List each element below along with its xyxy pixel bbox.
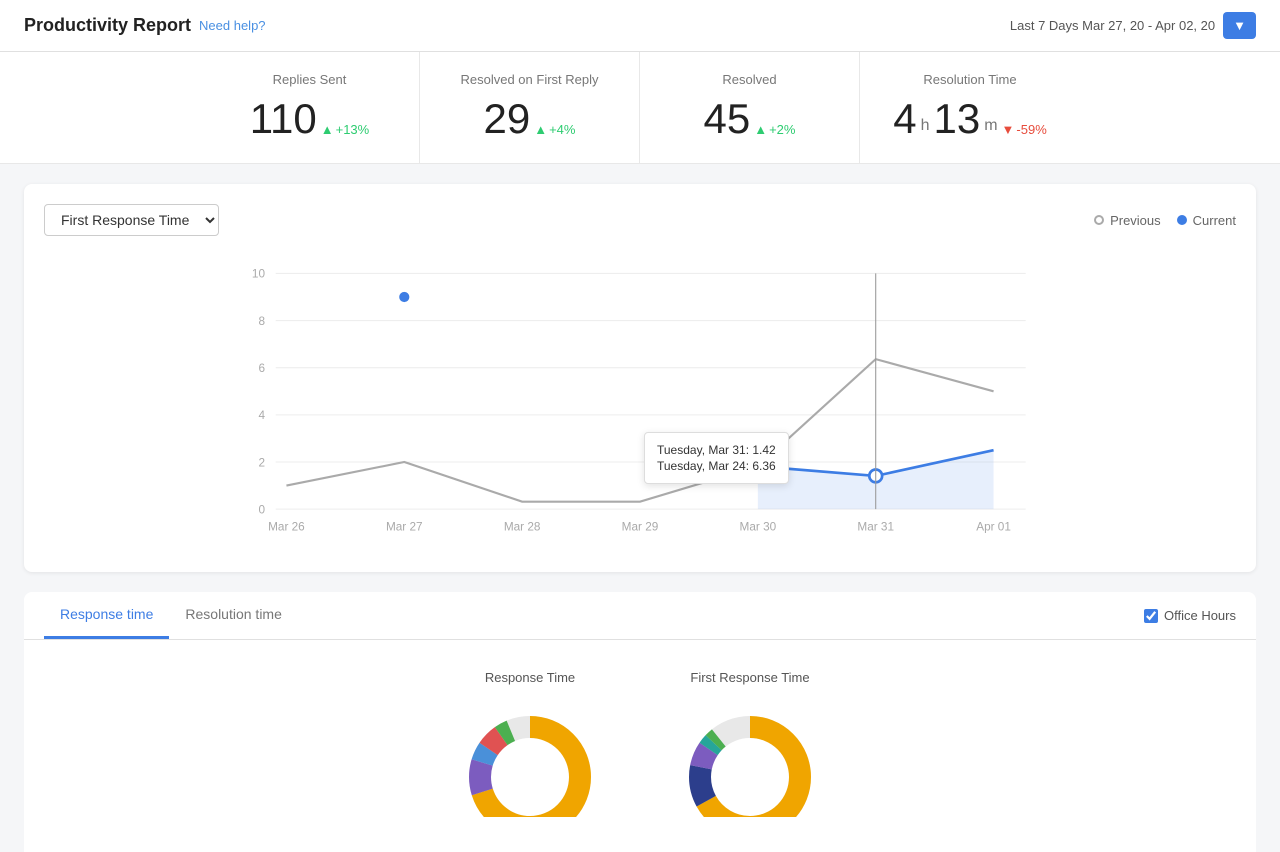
svg-text:Mar 27: Mar 27 <box>386 521 423 534</box>
date-dropdown-button[interactable]: ▼ <box>1223 12 1256 39</box>
tabs-header: Response time Resolution time Office Hou… <box>24 592 1256 640</box>
help-link[interactable]: Need help? <box>199 18 266 33</box>
arrow-up-icon: ▲ <box>321 122 334 137</box>
tabs-section: Response time Resolution time Office Hou… <box>24 592 1256 852</box>
stats-row: Replies Sent 110 ▲ +13% Resolved on Firs… <box>0 52 1280 164</box>
svg-text:Apr 01: Apr 01 <box>976 521 1011 534</box>
svg-text:Mar 31: Mar 31 <box>857 521 894 534</box>
svg-text:Mar 30: Mar 30 <box>740 521 777 534</box>
donut-response-time: Response Time <box>450 670 610 822</box>
svg-text:Mar 29: Mar 29 <box>622 521 659 534</box>
tabs-right: Office Hours <box>1144 608 1236 623</box>
stat-badge-replies: ▲ +13% <box>321 122 370 137</box>
chart-svg: 0 2 4 6 8 10 Mar 26 Mar 27 Mar 28 Mar 29… <box>44 252 1236 552</box>
stat-resolution-time: Resolution Time 4 h 13 m ▼ -59% <box>860 52 1080 163</box>
svg-text:6: 6 <box>258 362 265 375</box>
stat-resolved: Resolved 45 ▲ +2% <box>640 52 860 163</box>
stat-value-replies: 110 ▲ +13% <box>230 95 389 143</box>
svg-text:8: 8 <box>258 315 265 328</box>
stat-badge-resolution: ▼ -59% <box>1002 122 1047 137</box>
tab-response-time[interactable]: Response time <box>44 592 169 639</box>
svg-text:2: 2 <box>258 456 265 469</box>
legend-current: Current <box>1177 213 1236 228</box>
chart-container: 0 2 4 6 8 10 Mar 26 Mar 27 Mar 28 Mar 29… <box>44 252 1236 552</box>
date-range-text: Last 7 Days Mar 27, 20 - Apr 02, 20 <box>1010 18 1215 33</box>
arrow-down-icon: ▼ <box>1002 122 1015 137</box>
stat-value-resolution: 4 h 13 m ▼ -59% <box>890 95 1050 143</box>
legend-dot-current <box>1177 215 1187 225</box>
chart-header: First Response Time Previous Current <box>44 204 1236 236</box>
outlier-dot <box>400 293 409 302</box>
donut-first-response: First Response Time <box>670 670 830 822</box>
office-hours-label: Office Hours <box>1164 608 1236 623</box>
svg-text:4: 4 <box>258 409 265 422</box>
svg-text:0: 0 <box>258 503 265 516</box>
tabs-nav: Response time Resolution time <box>44 592 298 639</box>
chart-legend: Previous Current <box>1094 213 1236 228</box>
chart-type-select[interactable]: First Response Time <box>44 204 219 236</box>
date-range: Last 7 Days Mar 27, 20 - Apr 02, 20 ▼ <box>1010 12 1256 39</box>
stat-badge-resolved: ▲ +2% <box>754 122 795 137</box>
stat-resolved-first: Resolved on First Reply 29 ▲ +4% <box>420 52 640 163</box>
hour-unit: h <box>921 117 930 135</box>
donuts-row: Response Time First Response Time <box>48 640 1232 852</box>
legend-label-current: Current <box>1193 213 1236 228</box>
stat-label-resolved: Resolved <box>670 72 829 87</box>
stat-label-resolution: Resolution Time <box>890 72 1050 87</box>
office-hours-checkbox[interactable] <box>1144 609 1158 623</box>
header: Productivity Report Need help? Last 7 Da… <box>0 0 1280 52</box>
legend-label-previous: Previous <box>1110 213 1161 228</box>
legend-previous: Previous <box>1094 213 1161 228</box>
svg-text:Mar 28: Mar 28 <box>504 521 541 534</box>
donut-label-response: Response Time <box>450 670 610 685</box>
stat-badge-resolved-first: ▲ +4% <box>534 122 575 137</box>
arrow-up-icon-2: ▲ <box>534 122 547 137</box>
svg-text:10: 10 <box>252 268 266 281</box>
stat-label-resolved-first: Resolved on First Reply <box>450 72 609 87</box>
arrow-up-icon-3: ▲ <box>754 122 767 137</box>
legend-dot-previous <box>1094 215 1104 225</box>
stat-value-resolved: 45 ▲ +2% <box>670 95 829 143</box>
page-title: Productivity Report <box>24 15 191 36</box>
donut-svg-response <box>450 697 610 817</box>
chart-section: First Response Time Previous Current 0 2 <box>24 184 1256 572</box>
stat-value-resolved-first: 29 ▲ +4% <box>450 95 609 143</box>
donut-svg-first-response <box>670 697 830 817</box>
stat-label-replies: Replies Sent <box>230 72 389 87</box>
stat-replies-sent: Replies Sent 110 ▲ +13% <box>200 52 420 163</box>
donut-label-first-response: First Response Time <box>670 670 830 685</box>
svg-text:Mar 26: Mar 26 <box>268 521 305 534</box>
tab-resolution-time[interactable]: Resolution time <box>169 592 298 639</box>
min-unit: m <box>984 117 997 135</box>
